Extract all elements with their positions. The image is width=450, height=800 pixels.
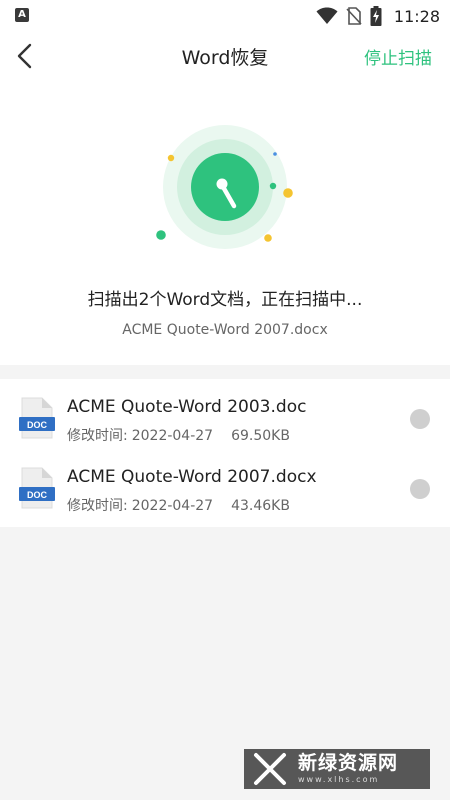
file-list-item[interactable]: DOC ACME Quote-Word 2007.docx 修改时间: 2022-… xyxy=(0,453,450,525)
file-size: 69.50KB xyxy=(231,428,290,444)
no-sim-icon xyxy=(346,7,362,25)
stop-scan-button[interactable]: 停止扫描 xyxy=(364,44,432,69)
file-name: ACME Quote-Word 2003.doc xyxy=(67,397,307,417)
file-list-item[interactable]: DOC ACME Quote-Word 2003.doc 修改时间: 2022-0… xyxy=(0,383,450,455)
battery-charging-icon xyxy=(370,6,382,26)
file-select-radio[interactable] xyxy=(410,479,430,499)
watermark: 新绿资源网 www.xlhs.com xyxy=(244,749,430,789)
file-meta: 修改时间: 2022-04-27 43.46KB xyxy=(67,495,294,515)
file-meta: 修改时间: 2022-04-27 69.50KB xyxy=(67,425,294,445)
svg-text:DOC: DOC xyxy=(27,420,48,430)
file-size: 43.46KB xyxy=(231,498,290,514)
status-icons: 11:28 xyxy=(316,5,440,27)
doc-file-icon: DOC xyxy=(19,467,55,509)
file-date: 2022-04-27 xyxy=(131,428,214,444)
modified-label: 修改时间: xyxy=(67,498,128,514)
scanning-clock-illustration xyxy=(156,125,293,249)
recovered-file-list: DOC ACME Quote-Word 2003.doc 修改时间: 2022-0… xyxy=(0,379,450,527)
app-notification-icon: A xyxy=(15,8,29,22)
file-name: ACME Quote-Word 2007.docx xyxy=(67,467,317,487)
watermark-url: www.xlhs.com xyxy=(298,775,380,784)
screen: A 11:28 Word恢复 停止扫描 扫描出2个Word文档，正在扫描中...… xyxy=(0,0,450,800)
file-select-radio[interactable] xyxy=(410,409,430,429)
scan-status-text: 扫描出2个Word文档，正在扫描中... xyxy=(87,290,363,310)
watermark-title: 新绿资源网 xyxy=(298,752,399,774)
status-bar: A 11:28 xyxy=(0,0,450,32)
watermark-logo-icon xyxy=(254,753,286,785)
app-header: Word恢复 停止扫描 xyxy=(0,32,450,80)
scan-panel: 扫描出2个Word文档，正在扫描中... ACME Quote-Word 200… xyxy=(0,80,450,365)
modified-label: 修改时间: xyxy=(67,428,128,444)
doc-file-icon: DOC xyxy=(19,397,55,439)
current-scan-file: ACME Quote-Word 2007.docx xyxy=(122,322,328,338)
watermark-text: 新绿资源网 www.xlhs.com xyxy=(298,754,398,784)
wifi-icon xyxy=(316,7,338,24)
status-time: 11:28 xyxy=(393,6,440,26)
file-date: 2022-04-27 xyxy=(131,498,214,514)
svg-text:DOC: DOC xyxy=(27,490,48,500)
